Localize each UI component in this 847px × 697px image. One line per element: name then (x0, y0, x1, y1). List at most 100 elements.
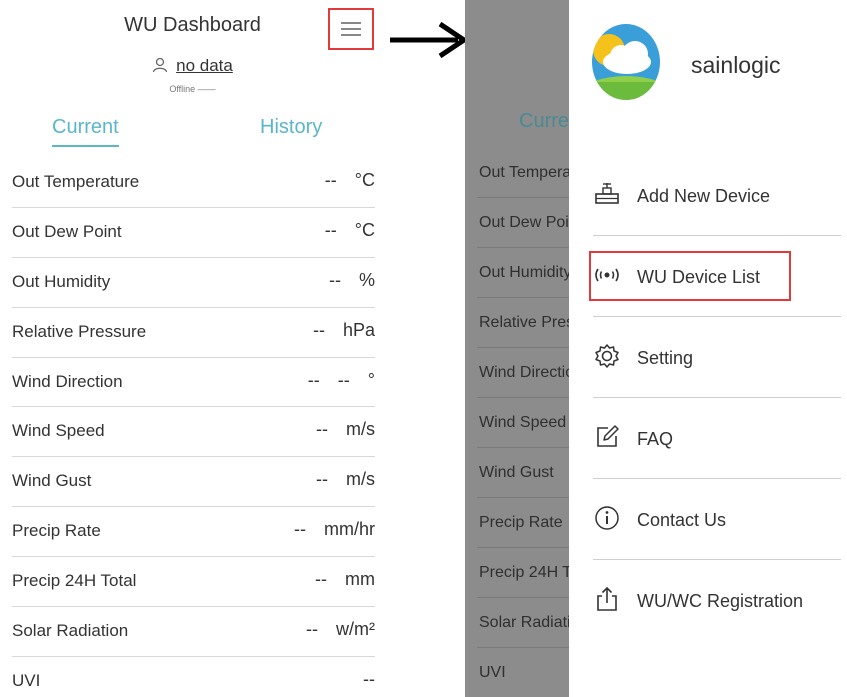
value-text: -- (363, 668, 375, 689)
reading-value: -- m/s (298, 419, 375, 440)
tab-current[interactable]: Current (52, 116, 119, 147)
reading-row: Precip Rate -- mm/hr (0, 507, 385, 558)
list-item-label: Wind Speed (479, 414, 567, 431)
list-item: Solar Radiation (465, 600, 569, 650)
reading-row: UVI -- (0, 657, 385, 697)
reading-label: Out Dew Point (12, 221, 122, 241)
gear-icon (595, 344, 619, 368)
user-name-link[interactable]: no data (176, 56, 233, 75)
value-text: -- (306, 619, 318, 640)
menu-item-setting[interactable]: Setting (569, 322, 847, 403)
list-item-label: UVI (479, 664, 506, 681)
reading-row: Wind Direction -- -- ° (0, 358, 385, 408)
highlight-box (589, 251, 791, 301)
unit-text: mm (345, 569, 375, 590)
reading-row: Out Dew Point -- °C (0, 208, 385, 258)
reading-value: -- -- ° (290, 370, 375, 391)
menu-item-label: Setting (637, 348, 694, 368)
dimmed-readings-list: Out Temperature Out Dew Point Out Humidi… (465, 150, 569, 697)
list-item: Precip Rate (465, 500, 569, 550)
menu-item-label: WU/WC Registration (637, 591, 804, 611)
reading-row: Wind Speed -- m/s (0, 407, 385, 458)
list-item: Wind Speed (465, 400, 569, 450)
menu-item-faq[interactable]: FAQ (569, 403, 847, 484)
share-icon (597, 586, 617, 611)
reading-label: Solar Radiation (12, 621, 129, 641)
reading-label: Wind Gust (12, 471, 92, 491)
value-text: -- (307, 369, 320, 390)
unit-text: hPa (342, 319, 375, 340)
reading-row: Relative Pressure -- hPa (0, 308, 385, 358)
edit-icon (597, 425, 619, 447)
unit-text: w/m² (336, 619, 375, 640)
list-item-label: Solar Radiation (479, 614, 569, 631)
menu-button[interactable] (328, 8, 374, 50)
reading-row: Out Temperature -- °C (0, 158, 385, 208)
value-text: -- (316, 469, 328, 490)
reading-row: Out Humidity --% (0, 258, 385, 308)
hamburger-icon (341, 22, 361, 36)
list-item-label: Precip Rate (479, 514, 563, 531)
list-item: Out Temperature (465, 150, 569, 200)
menu-item-add-new-device[interactable]: Add New Device (569, 160, 847, 241)
unit-text: mm/hr (324, 519, 375, 540)
dimmed-tab-current: Current (519, 110, 569, 132)
readings-list: Out Temperature -- °C Out Dew Point -- °C … (0, 158, 385, 697)
unit-text: m/s (346, 419, 375, 440)
drawer-menu: Add New Device WU Device List Setting FA… (569, 160, 847, 646)
reading-label: UVI (12, 670, 41, 690)
unit-text: ° (367, 369, 375, 390)
reading-value: -- (345, 669, 375, 690)
value-text: -- (324, 170, 337, 190)
list-item: Out Humidity (465, 250, 569, 300)
tab-bar: Current History (0, 116, 385, 156)
reading-row: Solar Radiation -- w/m² (0, 607, 385, 657)
list-item: Precip 24H Total (465, 550, 569, 600)
reading-value: -- °C (307, 170, 375, 191)
info-icon (595, 506, 619, 530)
reading-value: -- mm/hr (276, 519, 375, 540)
user-info: no data (0, 56, 385, 76)
reading-label: Out Temperature (12, 172, 140, 191)
list-item-label: Relative Pressure (479, 314, 569, 331)
reading-row: Precip 24H Total -- mm (0, 557, 385, 607)
reading-label: Wind Direction (12, 371, 123, 391)
menu-item-label: Contact Us (637, 510, 727, 530)
reading-value: -- m/s (298, 469, 375, 490)
reading-label: Out Humidity (12, 271, 111, 291)
reading-label: Wind Speed (12, 421, 105, 441)
reading-value: -- °C (307, 220, 375, 241)
reading-value: --% (311, 270, 375, 291)
menu-item-wu-wc-registration[interactable]: WU/WC Registration (569, 565, 847, 646)
reading-value: -- mm (297, 569, 375, 590)
value-text: -- (315, 569, 327, 590)
router-icon (595, 183, 619, 204)
tab-history[interactable]: History (260, 116, 322, 139)
list-item: Out Dew Point (465, 200, 569, 250)
reading-row: Wind Gust -- m/s (0, 457, 385, 508)
dimmed-overlay[interactable]: Current Out Temperature Out Dew Point Ou… (465, 0, 569, 697)
menu-item-label: Add New Device (637, 186, 771, 206)
brand-name: sainlogic (691, 52, 781, 78)
sainlogic-logo-icon (592, 24, 660, 100)
reading-value: -- w/m² (288, 619, 375, 640)
value-text: -- (316, 419, 328, 440)
arrow-right-icon (390, 21, 469, 59)
reading-label: Precip 24H Total (12, 571, 137, 591)
list-item-label: Out Dew Point (479, 214, 569, 231)
unit-text: °C (354, 170, 375, 190)
reading-label: Relative Pressure (12, 321, 147, 341)
reading-label: Precip Rate (12, 521, 101, 541)
value-text: -- (294, 519, 306, 540)
side-drawer: sainlogic Add New Device WU Device List (569, 0, 847, 697)
reading-value: -- hPa (295, 320, 375, 341)
menu-item-label: FAQ (637, 429, 674, 449)
list-item-label: Wind Direction (479, 364, 569, 381)
value-text: -- (337, 369, 350, 390)
menu-item-contact-us[interactable]: Contact Us (569, 484, 847, 565)
unit-text: m/s (346, 469, 375, 490)
status-text: Offline —— (169, 84, 216, 94)
list-item: Wind Direction (465, 350, 569, 400)
list-item: UVI (465, 650, 569, 697)
list-item-label: Wind Gust (479, 464, 554, 481)
